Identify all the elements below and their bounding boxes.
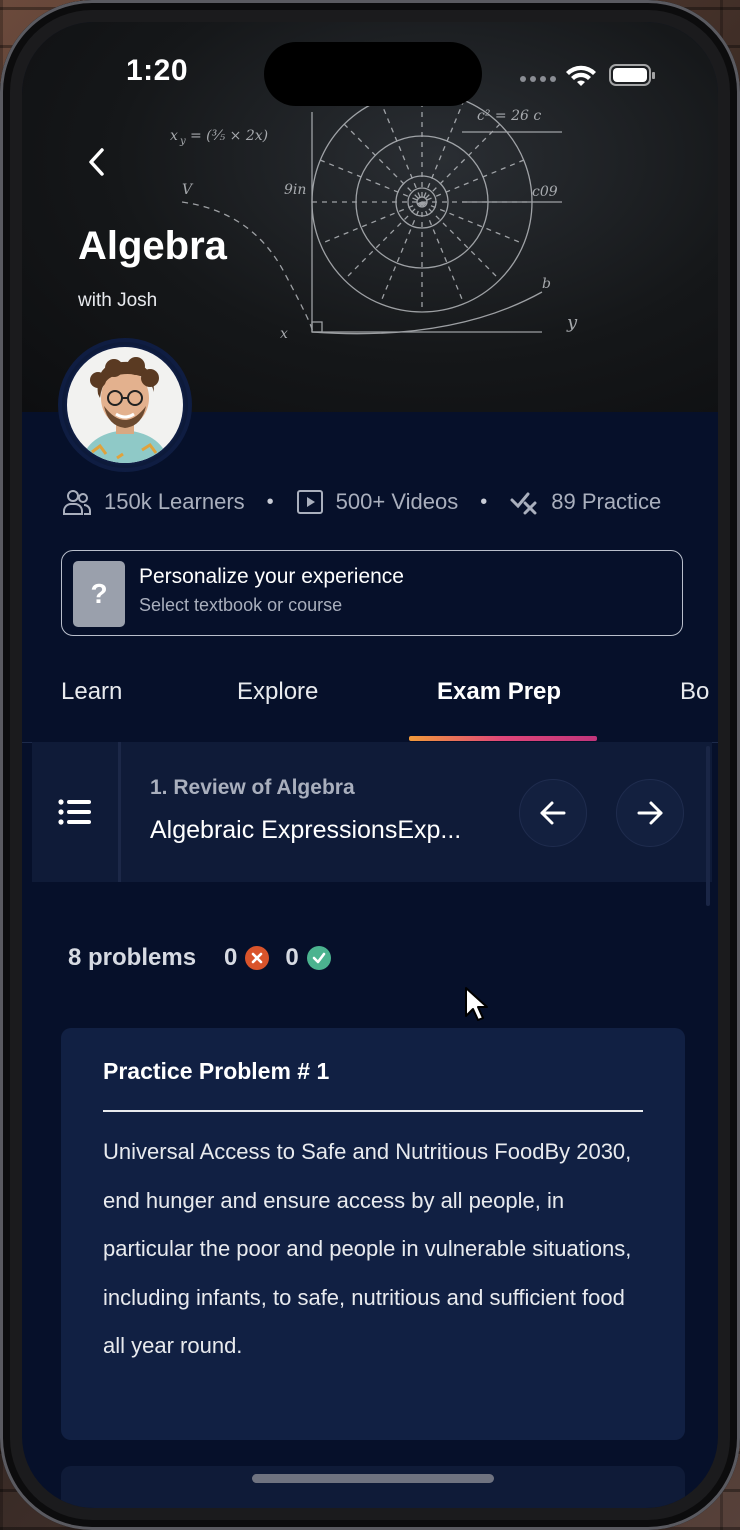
tab-exam-prep[interactable]: Exam Prep: [437, 678, 561, 706]
arrow-left-icon: [540, 801, 566, 825]
battery-icon: [609, 64, 655, 86]
course-tabs: Learn Explore Exam Prep Bo: [22, 652, 718, 743]
problems-count: 8 problems: [68, 944, 197, 971]
users-icon: [63, 490, 91, 515]
svg-text:b: b: [542, 276, 551, 292]
next-lesson-button[interactable]: [616, 779, 684, 847]
practice-icon: [510, 492, 537, 515]
svg-text:9in: 9in: [284, 182, 306, 198]
problem-progress: 8 problems 0 0: [68, 938, 331, 978]
personalize-experience-button[interactable]: ? Personalize your experience Select tex…: [61, 550, 683, 636]
stat-videos: 500+ Videos: [296, 488, 459, 516]
lesson-navigator: 1. Review of Algebra Algebraic Expressio…: [32, 742, 712, 882]
status-time: 1:20: [126, 54, 189, 87]
previous-lesson-button[interactable]: [519, 779, 587, 847]
practice-problem-card[interactable]: Practice Problem # 1 Universal Access to…: [61, 1028, 685, 1440]
arrow-right-icon: [637, 801, 663, 825]
status-bar: 1:20: [22, 22, 718, 122]
stat-learners-label: 150k Learners: [104, 489, 245, 514]
svg-text:x: x: [170, 128, 178, 144]
lesson-chapter: 1. Review of Algebra: [150, 776, 355, 799]
personalize-subtitle: Select textbook or course: [139, 595, 343, 615]
svg-text:= (⅗ × 2x): = (⅗ × 2x): [190, 128, 268, 144]
svg-text:y: y: [179, 136, 186, 147]
active-tab-indicator: [409, 736, 597, 741]
incorrect-icon: [245, 946, 270, 970]
back-button[interactable]: [80, 144, 116, 180]
stat-separator: •: [266, 490, 274, 513]
tab-books[interactable]: Bo: [680, 678, 709, 706]
wifi-icon: [566, 65, 596, 86]
stat-videos-label: 500+ Videos: [335, 489, 459, 514]
course-stats: 150k Learners • 500+ Videos • 89 Practic…: [62, 484, 702, 520]
mouse-cursor-icon: [464, 986, 490, 1029]
problem-title: Practice Problem # 1: [103, 1058, 330, 1084]
lesson-title[interactable]: Algebraic ExpressionsExp...: [150, 816, 461, 845]
correct-count: 0: [285, 944, 299, 971]
chevron-left-icon: [89, 148, 104, 176]
app-screen: xy = (⅗ × 2x) V 9in c² = 26 c c09 b y x …: [22, 22, 718, 1508]
phone-frame: xy = (⅗ × 2x) V 9in c² = 26 c c09 b y x …: [0, 0, 740, 1530]
problem-text: Universal Access to Safe and Nutritious …: [103, 1139, 632, 1358]
list-icon: [58, 799, 91, 825]
stat-practice: 89 Practice: [509, 488, 661, 516]
tab-explore[interactable]: Explore: [237, 678, 318, 706]
scrollbar[interactable]: [706, 746, 710, 906]
stat-separator: •: [480, 490, 488, 513]
svg-text:V: V: [182, 182, 194, 198]
instructor-name: with Josh: [78, 290, 158, 311]
svg-text:x: x: [280, 326, 288, 342]
next-problem-card[interactable]: [61, 1466, 685, 1508]
video-icon: [296, 490, 323, 514]
question-mark-icon: ?: [73, 561, 125, 627]
problem-divider: [103, 1110, 643, 1112]
course-title: Algebra: [78, 224, 227, 268]
correct-icon: [306, 946, 331, 970]
svg-text:c09: c09: [532, 184, 558, 200]
personalize-title: Personalize your experience: [139, 565, 404, 588]
home-indicator[interactable]: [252, 1474, 494, 1483]
instructor-avatar[interactable]: [62, 342, 188, 468]
tab-learn[interactable]: Learn: [61, 678, 122, 706]
svg-text:y: y: [566, 312, 578, 333]
dynamic-island: [264, 42, 482, 106]
lesson-menu-button[interactable]: [32, 742, 121, 882]
wrong-count: 0: [224, 944, 238, 971]
status-icons: [518, 62, 668, 93]
stat-practice-label: 89 Practice: [551, 489, 662, 514]
stat-learners: 150k Learners: [62, 488, 245, 516]
cellular-signal-icon: [520, 76, 556, 82]
